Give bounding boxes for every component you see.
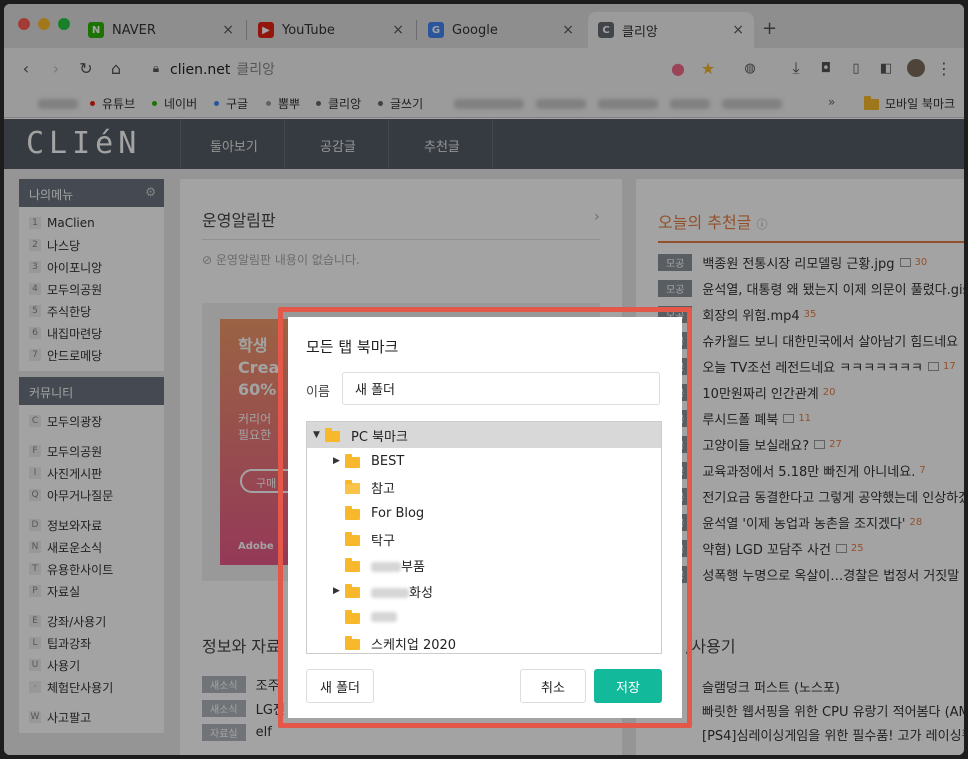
folder-label: 화성 <box>371 582 433 601</box>
folder-name: PC 북마크 <box>351 429 408 445</box>
folder-name: 부품 <box>401 559 425 575</box>
bookmark-all-tabs-dialog: 모든 탭 북마크 이름 ▼ PC 북마크 ▶ BEST 참고 For Blog 탁구부품 ▶ 화… <box>288 317 682 718</box>
caret-right-icon[interactable]: ▶ <box>333 586 340 596</box>
folder-name: For Blog <box>371 505 425 521</box>
dialog-title: 모든 탭 북마크 <box>306 338 399 356</box>
folder-node[interactable] <box>307 604 661 630</box>
folder-name: 화성 <box>409 585 433 601</box>
new-folder-button[interactable]: 새 폴더 <box>306 669 374 703</box>
folder-icon <box>345 454 360 468</box>
folder-node[interactable]: 스케치업 2020 <box>307 630 661 653</box>
folder-node[interactable]: ▼ PC 북마크 <box>307 422 661 448</box>
caret-right-icon[interactable]: ▶ <box>333 456 340 466</box>
redacted-text <box>371 588 409 598</box>
folder-name-input[interactable] <box>342 372 660 405</box>
folder-icon <box>345 636 360 650</box>
save-button[interactable]: 저장 <box>594 669 662 703</box>
folder-label: 참고 <box>371 478 395 497</box>
folder-label: PC 북마크 <box>351 426 408 445</box>
folder-icon <box>325 428 340 442</box>
folder-open-icon <box>345 480 360 494</box>
folder-name: 참고 <box>371 481 395 497</box>
folder-name: 탁구 <box>371 533 395 549</box>
folder-node[interactable]: ▶ BEST <box>307 448 661 474</box>
folder-label: BEST <box>371 454 404 469</box>
name-label: 이름 <box>306 385 330 400</box>
folder-icon <box>345 610 360 624</box>
folder-node[interactable]: 탁구 <box>307 526 661 552</box>
folder-icon <box>345 506 360 520</box>
redacted-text <box>371 612 397 622</box>
folder-name: 스케치업 2020 <box>371 637 457 653</box>
folder-icon <box>345 584 360 598</box>
bookmark-folder-tree[interactable]: ▼ PC 북마크 ▶ BEST 참고 For Blog 탁구부품 ▶ 화성스케치업 2020 <box>306 421 662 654</box>
folder-icon <box>345 558 360 572</box>
folder-node[interactable]: 부품 <box>307 552 661 578</box>
folder-label: 부품 <box>371 556 425 575</box>
folder-label: 스케치업 2020 <box>371 634 456 653</box>
folder-node[interactable]: ▶ 화성 <box>307 578 661 604</box>
folder-icon <box>345 532 360 546</box>
folder-name: BEST <box>371 453 405 469</box>
folder-node[interactable]: For Blog <box>307 500 661 526</box>
caret-down-icon[interactable]: ▼ <box>313 430 320 440</box>
folder-label <box>371 610 397 625</box>
folder-label: 탁구 <box>371 530 395 549</box>
folder-node[interactable]: 참고 <box>307 474 661 500</box>
cancel-button[interactable]: 취소 <box>520 669 586 703</box>
redacted-text <box>371 562 401 572</box>
folder-label: For Blog <box>371 506 424 521</box>
